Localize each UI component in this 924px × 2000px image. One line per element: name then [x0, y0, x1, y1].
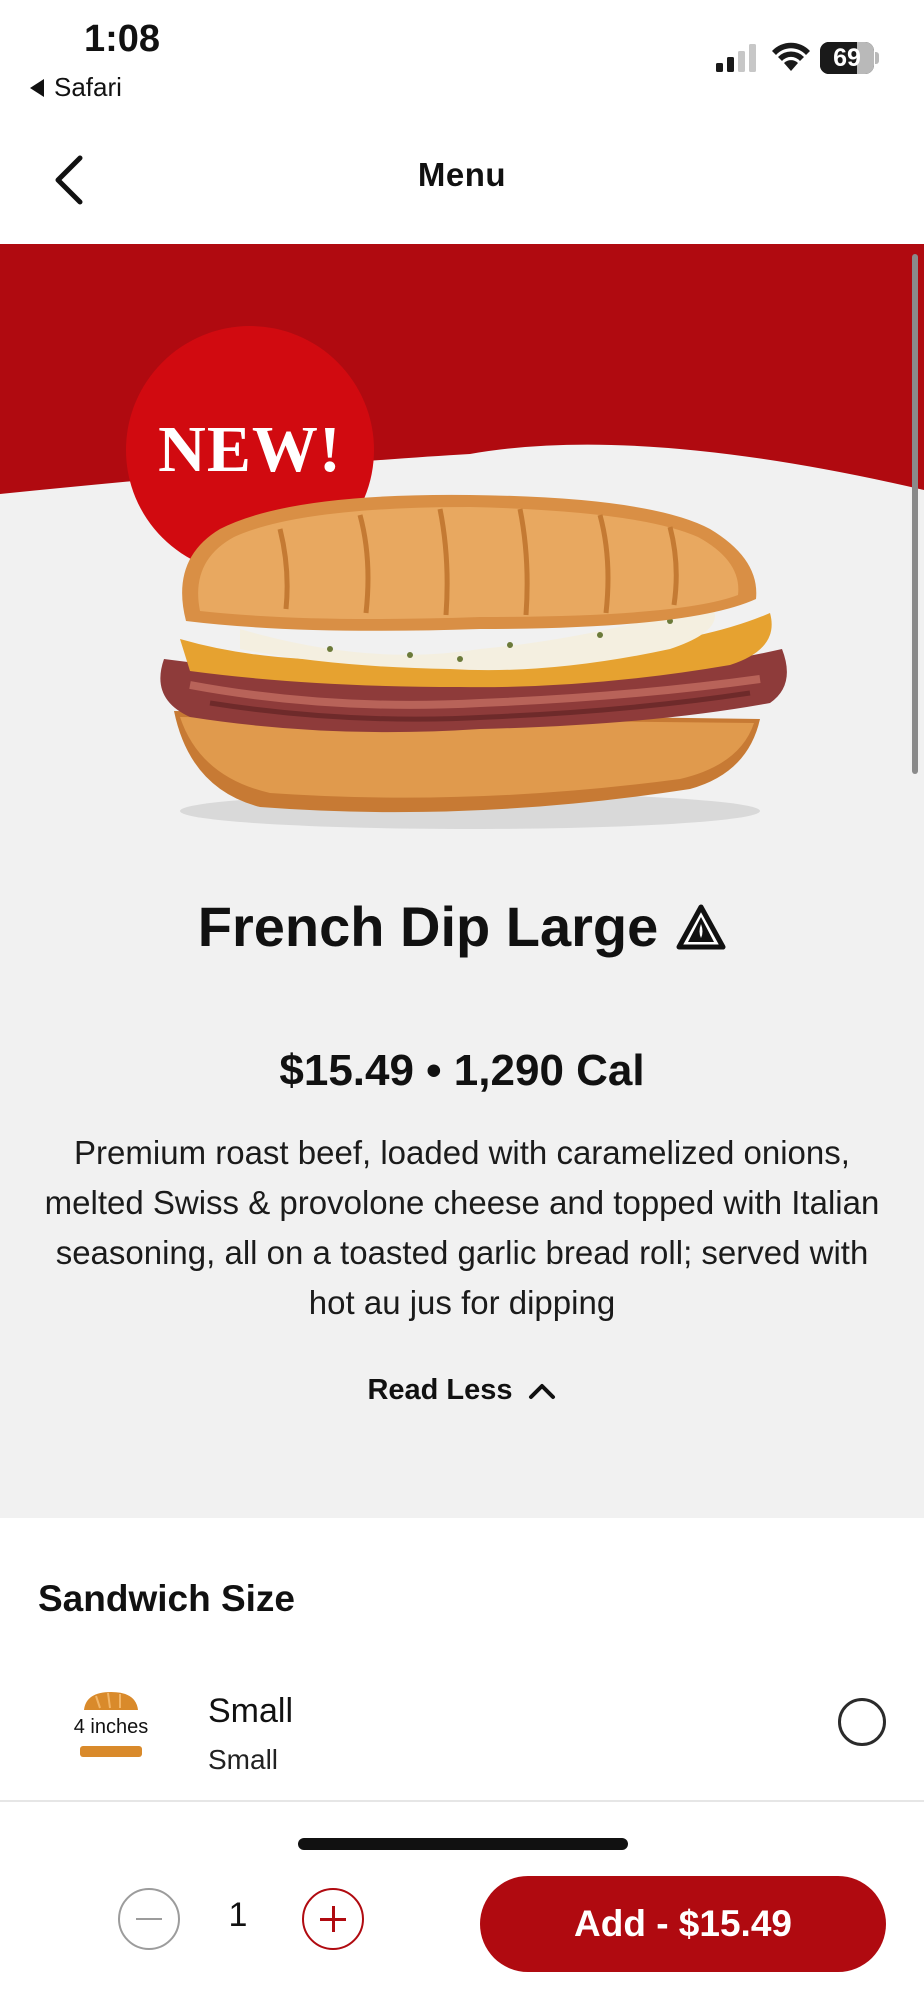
- allergen-warning-icon[interactable]: [676, 904, 726, 950]
- page-title: Menu: [417, 156, 507, 193]
- back-to-safari-link[interactable]: Safari: [30, 72, 122, 103]
- chevron-up-icon: [528, 1383, 555, 1399]
- bread-size-icon: 4 inches: [66, 1690, 156, 1760]
- quantity-value: 1: [228, 1896, 248, 1934]
- back-triangle-icon: [30, 78, 44, 97]
- home-indicator: [298, 1838, 628, 1850]
- read-less-button[interactable]: Read Less: [0, 1374, 924, 1407]
- new-badge-label: NEW!: [158, 413, 342, 486]
- product-image: [160, 494, 787, 829]
- size-heading: Sandwich Size: [38, 1578, 296, 1619]
- add-to-order-bar: 1 Add - $15.49: [0, 1800, 924, 2000]
- increase-quantity-button[interactable]: [302, 1888, 364, 1950]
- size-option-sublabel: Small: [208, 1744, 279, 1775]
- read-less-label: Read Less: [367, 1374, 513, 1406]
- sandwich-size-section: Sandwich Size 4 inches Small Small: [0, 1518, 924, 1800]
- size-option-small[interactable]: 4 inches Small Small: [0, 1688, 924, 1800]
- decrease-quantity-button[interactable]: [118, 1888, 180, 1950]
- battery-level: 69: [833, 44, 861, 72]
- status-bar: 1:08 Safari 69: [0, 0, 924, 110]
- size-small-radio[interactable]: [838, 1698, 886, 1746]
- bread-top-icon: [84, 1692, 138, 1710]
- product-name: French Dip Large: [197, 895, 659, 958]
- price-calories: $15.49 • 1,290 Cal: [279, 1046, 645, 1095]
- size-option-label: Small: [208, 1692, 294, 1730]
- bread-size-caption: 4 inches: [73, 1716, 149, 1738]
- product-description: Premium roast beef, loaded with carameli…: [44, 1134, 880, 1321]
- back-app-label: Safari: [54, 72, 122, 102]
- battery-icon: 69: [820, 42, 879, 74]
- product-hero: NEW! French Dip Large $15.49 • 1,290 Cal…: [0, 244, 924, 1518]
- status-time: 1:08: [84, 18, 161, 60]
- cellular-signal-icon: [716, 44, 756, 72]
- wifi-icon: [772, 42, 810, 71]
- product-title: French Dip Large: [0, 894, 924, 959]
- add-to-order-button[interactable]: Add - $15.49: [480, 1876, 886, 1972]
- scrollbar[interactable]: [912, 254, 918, 774]
- nav-bar: Menu: [0, 110, 924, 244]
